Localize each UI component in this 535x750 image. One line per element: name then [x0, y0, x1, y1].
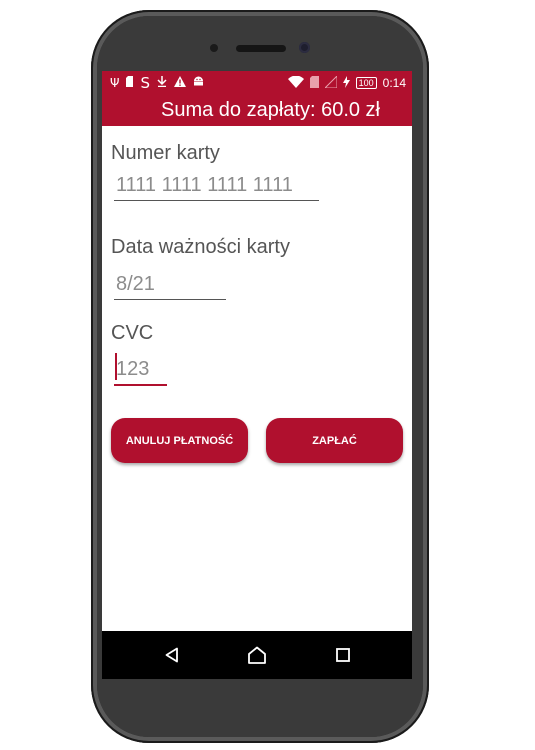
text-cursor [115, 353, 117, 380]
download-icon [157, 75, 167, 91]
sim-icon [126, 75, 134, 91]
front-camera-icon [299, 42, 310, 53]
pay-button[interactable]: ZAPŁAĆ [266, 418, 403, 463]
sim-card-icon [309, 75, 319, 91]
s-app-icon: S [140, 74, 150, 92]
navigation-bar [102, 631, 412, 679]
notification-icons: Ψ S [110, 75, 204, 91]
cancel-payment-button[interactable]: ANULUJ PŁATNOŚĆ [111, 418, 248, 463]
recents-icon[interactable] [328, 641, 358, 669]
expiry-date-input[interactable] [114, 269, 226, 300]
wifi-icon [287, 75, 304, 91]
stage: Ψ S 100 0:14 Suma do zapłaty: 60.0 zł Nu… [0, 0, 535, 750]
earpiece-speaker [236, 45, 286, 52]
cvc-label: CVC [111, 322, 154, 344]
usb-icon: Ψ [110, 76, 120, 90]
page-title: Suma do zapłaty: 60.0 zł [160, 99, 380, 121]
cvc-input[interactable] [114, 354, 167, 386]
signal-icon [323, 74, 338, 91]
charging-icon [342, 75, 350, 91]
status-clock: 0:14 [382, 76, 406, 90]
android-icon [193, 75, 204, 91]
card-number-label: Numer karty [111, 142, 220, 164]
card-number-input[interactable] [114, 170, 319, 201]
app-bar: Suma do zapłaty: 60.0 zł [102, 96, 412, 126]
back-icon[interactable] [157, 641, 187, 669]
phone-screen: Ψ S 100 0:14 Suma do zapłaty: 60.0 zł Nu… [102, 71, 412, 679]
expiry-date-label: Data ważności karty [111, 236, 290, 258]
proximity-sensor [210, 44, 218, 52]
battery-level: 100 [355, 77, 377, 89]
home-icon[interactable] [242, 641, 272, 669]
status-bar: Ψ S 100 0:14 [102, 71, 412, 96]
system-status-icons: 100 0:14 [287, 74, 406, 91]
warning-icon [173, 75, 186, 91]
